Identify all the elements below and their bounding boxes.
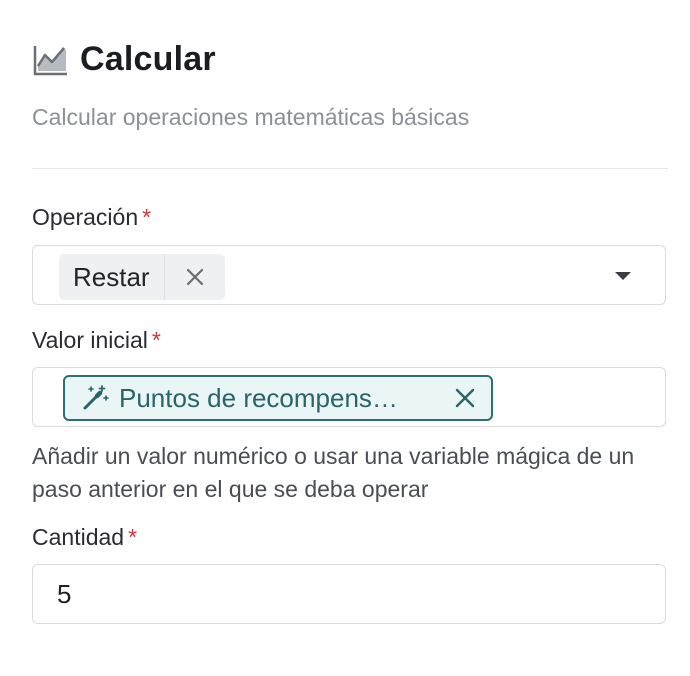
magic-wand-icon (83, 385, 109, 410)
initial-value-label: Valor inicial * (32, 327, 161, 354)
selected-operation-label: Restar (73, 261, 150, 292)
required-marker: * (128, 524, 138, 550)
close-icon (186, 268, 203, 286)
amount-label: Cantidad * (32, 524, 137, 551)
initial-value-help-text: Añadir un valor numérico o usar una vari… (32, 443, 635, 502)
initial-value-label-text: Valor inicial (32, 327, 148, 353)
area-chart-icon (32, 41, 70, 79)
close-icon[interactable] (453, 386, 477, 410)
remove-operation-button[interactable] (163, 254, 225, 300)
divider (32, 168, 668, 169)
amount-input[interactable] (32, 564, 666, 624)
initial-value-field[interactable]: Puntos de recompens… (32, 367, 666, 427)
calculator-step-panel: Calcular Calcular operaciones matemática… (0, 0, 690, 676)
magic-variable-label: Puntos de recompens… (119, 382, 398, 413)
operation-label: Operación * (32, 204, 151, 231)
required-marker: * (142, 204, 152, 230)
magic-variable-chip[interactable]: Puntos de recompens… (63, 375, 493, 421)
page-title: Calcular (80, 40, 216, 78)
selected-operation-chip: Restar (59, 254, 225, 300)
operation-select[interactable]: Restar (32, 245, 666, 305)
page-subtitle: Calcular operaciones matemáticas básicas (32, 104, 470, 130)
required-marker: * (151, 327, 161, 353)
panel-header: Calcular (32, 40, 216, 79)
caret-down-icon[interactable] (615, 272, 631, 280)
amount-label-text: Cantidad (32, 524, 125, 550)
operation-label-text: Operación (32, 204, 139, 230)
